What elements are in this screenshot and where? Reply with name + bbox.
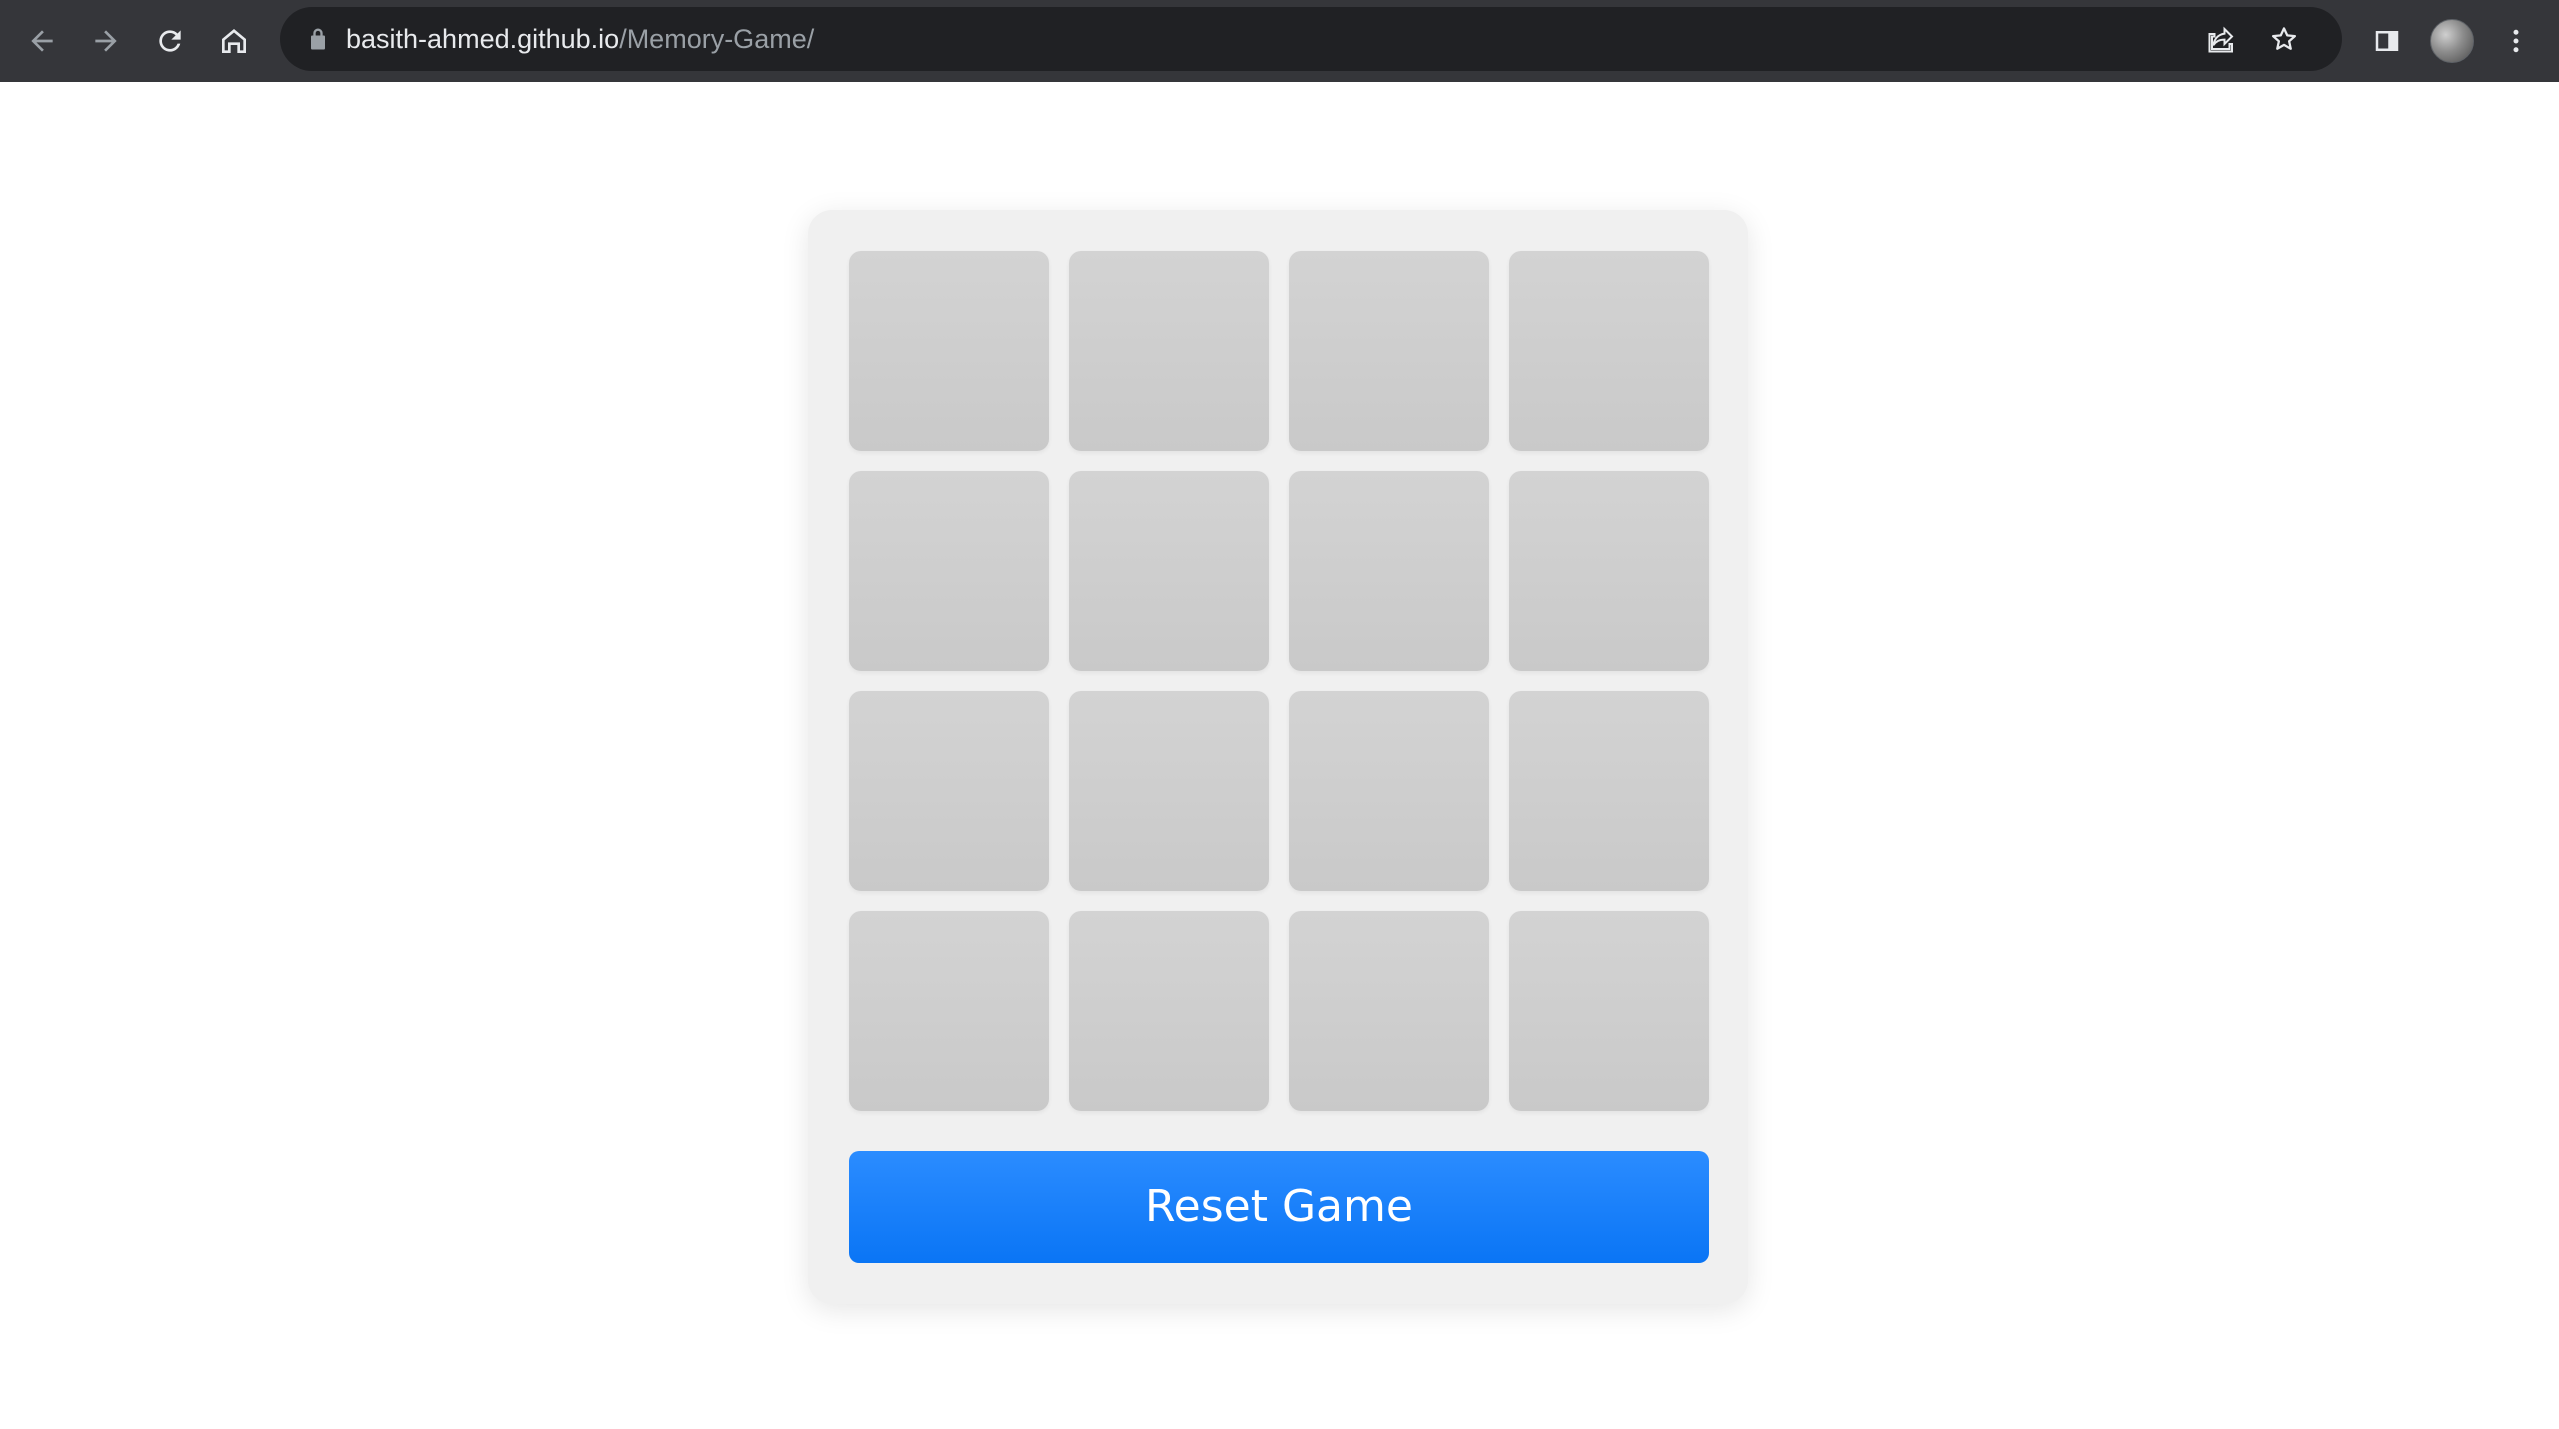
- memory-card[interactable]: [1289, 691, 1489, 891]
- url-path: /Memory-Game/: [619, 24, 815, 54]
- share-icon[interactable]: [2202, 19, 2242, 59]
- forward-arrow-icon[interactable]: [82, 17, 130, 65]
- url-host: basith-ahmed.github.io: [346, 24, 620, 54]
- side-panel-icon[interactable]: [2365, 19, 2409, 63]
- memory-card[interactable]: [1509, 251, 1709, 451]
- home-icon[interactable]: [210, 17, 258, 65]
- address-bar[interactable]: basith-ahmed.github.io/Memory-Game/: [280, 7, 2342, 71]
- url-text[interactable]: basith-ahmed.github.io/Memory-Game/: [346, 7, 814, 71]
- memory-card[interactable]: [849, 471, 1049, 671]
- memory-card[interactable]: [849, 251, 1049, 451]
- memory-card[interactable]: [1289, 911, 1489, 1111]
- card-grid: [849, 251, 1709, 1111]
- memory-card[interactable]: [1069, 911, 1269, 1111]
- memory-card[interactable]: [1509, 691, 1709, 891]
- memory-card[interactable]: [1509, 911, 1709, 1111]
- profile-avatar[interactable]: [2430, 19, 2474, 63]
- back-arrow-icon[interactable]: [18, 17, 66, 65]
- page-content: Reset Game: [0, 82, 2559, 1429]
- memory-card[interactable]: [849, 911, 1049, 1111]
- kebab-menu-icon[interactable]: [2494, 19, 2538, 63]
- reset-game-button[interactable]: Reset Game: [849, 1151, 1709, 1263]
- memory-card[interactable]: [849, 691, 1049, 891]
- memory-card[interactable]: [1069, 251, 1269, 451]
- memory-card[interactable]: [1069, 471, 1269, 671]
- lock-icon[interactable]: [304, 25, 332, 53]
- game-container: Reset Game: [808, 210, 1748, 1304]
- reload-icon[interactable]: [146, 17, 194, 65]
- memory-card[interactable]: [1509, 471, 1709, 671]
- memory-card[interactable]: [1289, 251, 1489, 451]
- memory-card[interactable]: [1289, 471, 1489, 671]
- star-icon[interactable]: [2264, 19, 2304, 59]
- memory-card[interactable]: [1069, 691, 1269, 891]
- browser-toolbar: basith-ahmed.github.io/Memory-Game/: [0, 0, 2559, 82]
